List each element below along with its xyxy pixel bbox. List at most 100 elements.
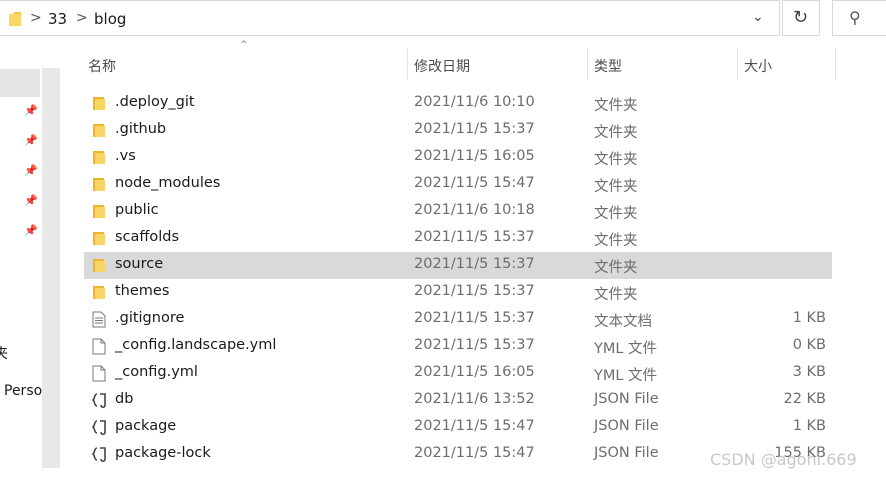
file-size: 1 KB — [792, 418, 826, 434]
navigation-pane: 📌 📌 📌 📌 📌 夹 Perso — [0, 38, 44, 480]
column-header-size[interactable]: 大小 — [744, 56, 772, 76]
file-row[interactable]: public 2021/11/6 10:18 文件夹 — [84, 198, 832, 225]
file-type: 文件夹 — [594, 98, 638, 114]
column-header-date[interactable]: 修改日期 — [414, 56, 470, 76]
json-file-icon — [91, 419, 108, 440]
file-type: 文件夹 — [594, 125, 638, 141]
search-icon: ⚲ — [849, 8, 861, 27]
file-name: .gitignore — [115, 310, 185, 326]
file-row[interactable]: package 2021/11/5 15:47 JSON File 1 KB — [84, 414, 832, 441]
file-type: 文件夹 — [594, 206, 638, 222]
file-row[interactable]: scaffolds 2021/11/5 15:37 文件夹 — [84, 225, 832, 252]
pin-icon: 📌 — [24, 164, 38, 177]
file-type: 文件夹 — [594, 179, 638, 195]
folder-icon — [92, 284, 106, 304]
pin-icon: 📌 — [24, 104, 38, 117]
column-header-row: ^ 名称 修改日期 类型 大小 — [62, 40, 886, 80]
address-bar: > 33 > blog ⌄ ↻ ⚲ — [0, 0, 886, 38]
file-type: 文件夹 — [594, 260, 638, 276]
column-divider[interactable] — [737, 48, 738, 80]
nav-item-fragment[interactable]: 夹 — [0, 343, 8, 363]
file-row[interactable]: .deploy_git 2021/11/6 10:10 文件夹 — [84, 90, 832, 117]
file-date: 2021/11/5 16:05 — [414, 148, 535, 164]
folder-icon — [92, 149, 106, 169]
file-row[interactable]: node_modules 2021/11/5 15:47 文件夹 — [84, 171, 832, 198]
file-row[interactable]: .vs 2021/11/5 16:05 文件夹 — [84, 144, 832, 171]
file-type: 文件夹 — [594, 233, 638, 249]
column-divider[interactable] — [587, 48, 588, 80]
file-date: 2021/11/6 13:52 — [414, 391, 535, 407]
nav-selected-item[interactable] — [0, 69, 40, 97]
file-type: YML 文件 — [594, 341, 658, 357]
file-name: scaffolds — [115, 229, 180, 245]
file-name: .deploy_git — [115, 94, 195, 110]
file-row[interactable]: source 2021/11/5 15:37 文件夹 — [84, 252, 832, 279]
file-date: 2021/11/5 15:47 — [414, 175, 535, 191]
file-row[interactable]: _config.yml 2021/11/5 16:05 YML 文件 3 KB — [84, 360, 832, 387]
file-type: YML 文件 — [594, 368, 658, 384]
file-size: 22 KB — [783, 391, 826, 407]
breadcrumb-item-33[interactable]: 33 — [48, 10, 67, 28]
file-name: db — [115, 391, 134, 407]
file-date: 2021/11/5 15:37 — [414, 256, 535, 272]
file-date: 2021/11/5 15:37 — [414, 121, 535, 137]
blank-file-icon — [92, 338, 106, 359]
address-box[interactable]: > 33 > blog ⌄ — [0, 0, 780, 36]
file-row[interactable]: _config.landscape.yml 2021/11/5 15:37 YML … — [84, 333, 832, 360]
file-date: 2021/11/6 10:10 — [414, 94, 535, 110]
file-date: 2021/11/5 15:37 — [414, 283, 535, 299]
file-date: 2021/11/5 15:37 — [414, 229, 535, 245]
watermark: CSDN @agoni.669 — [710, 450, 857, 469]
file-type: JSON File — [594, 391, 659, 407]
file-type: JSON File — [594, 418, 659, 434]
folder-icon — [92, 257, 106, 277]
folder-icon — [8, 11, 22, 31]
search-input[interactable]: ⚲ — [832, 0, 886, 36]
file-type: 文件夹 — [594, 287, 638, 303]
file-row[interactable]: themes 2021/11/5 15:37 文件夹 — [84, 279, 832, 306]
file-name: source — [115, 256, 164, 272]
file-name: public — [115, 202, 159, 218]
pin-icon: 📌 — [24, 194, 38, 207]
file-name: package — [115, 418, 177, 434]
file-date: 2021/11/5 15:37 — [414, 337, 535, 353]
chevron-down-icon[interactable]: ⌄ — [752, 9, 764, 25]
file-date: 2021/11/6 10:18 — [414, 202, 535, 218]
file-name: _config.yml — [115, 364, 198, 380]
nav-item-fragment[interactable]: Perso — [4, 383, 42, 399]
file-row[interactable]: .github 2021/11/5 15:37 文件夹 — [84, 117, 832, 144]
breadcrumb-separator: > — [30, 10, 42, 26]
column-divider[interactable] — [835, 48, 836, 80]
file-row[interactable]: .gitignore 2021/11/5 15:37 文本文档 1 KB — [84, 306, 832, 333]
breadcrumb-item-blog[interactable]: blog — [94, 10, 126, 28]
file-type: 文本文档 — [594, 314, 652, 330]
folder-icon — [92, 203, 106, 223]
folder-icon — [92, 176, 106, 196]
file-size: 0 KB — [792, 337, 826, 353]
file-date: 2021/11/5 15:37 — [414, 310, 535, 326]
file-name: node_modules — [115, 175, 221, 191]
file-name: _config.landscape.yml — [115, 337, 277, 353]
refresh-button[interactable]: ↻ — [782, 0, 820, 36]
pin-icon: 📌 — [24, 134, 38, 147]
file-size: 3 KB — [792, 364, 826, 380]
column-header-type[interactable]: 类型 — [594, 56, 622, 76]
file-type: JSON File — [594, 445, 659, 461]
file-name: .vs — [115, 148, 136, 164]
sort-ascending-icon: ^ — [240, 40, 248, 50]
column-divider[interactable] — [407, 48, 408, 80]
nav-scrollbar[interactable] — [42, 68, 60, 468]
file-type: 文件夹 — [594, 152, 638, 168]
pin-icon: 📌 — [24, 224, 38, 237]
file-date: 2021/11/5 15:47 — [414, 418, 535, 434]
folder-icon — [92, 95, 106, 115]
file-name: package-lock — [115, 445, 211, 461]
file-name: .github — [115, 121, 167, 137]
file-row[interactable]: db 2021/11/6 13:52 JSON File 22 KB — [84, 387, 832, 414]
file-size: 1 KB — [792, 310, 826, 326]
column-header-name[interactable]: 名称 — [88, 56, 116, 76]
file-name: themes — [115, 283, 170, 299]
folder-icon — [92, 230, 106, 250]
file-date: 2021/11/5 16:05 — [414, 364, 535, 380]
breadcrumb-separator: > — [76, 10, 88, 26]
